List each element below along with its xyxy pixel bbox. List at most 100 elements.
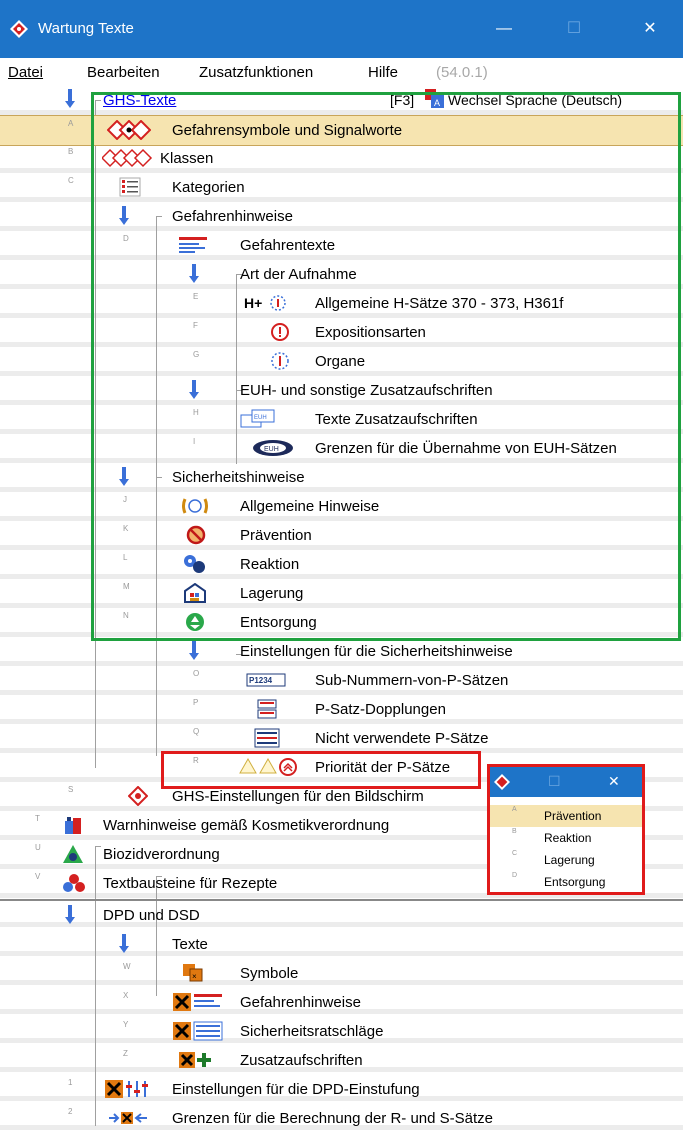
svg-text:EUH: EUH (254, 415, 267, 421)
tree-item-d[interactable]: D Gefahrentexte (0, 231, 683, 260)
maximize-button[interactable]: ☐ (554, 14, 594, 44)
popup-item[interactable]: D Entsorgung (490, 871, 642, 893)
minimize-button[interactable]: — (484, 14, 524, 44)
tree-item-g[interactable]: G Organe (0, 347, 683, 376)
tree-group-gefahrenhinweise[interactable]: Gefahrenhinweise (0, 202, 683, 231)
tree-item-label: Sicherheitsratschläge (240, 1023, 384, 1040)
unused-p-icon (254, 728, 280, 748)
classes-icon (102, 148, 153, 168)
tree-item-f[interactable]: F Expositionsarten (0, 318, 683, 347)
tree-group-sicherheitshinweise[interactable]: Sicherheitshinweise (0, 463, 683, 492)
shortcut-label: [F3] (390, 92, 415, 108)
hazard-symbols-icon (107, 120, 151, 140)
euh-limits-icon: EUH (253, 440, 293, 456)
tree-item-h[interactable]: H EUH Texte Zusatzaufschriften (0, 405, 683, 434)
svg-text:H+: H+ (244, 295, 262, 311)
tree-item-l[interactable]: L Reaktion (0, 550, 683, 579)
tree-item-o[interactable]: O P1234 Sub-Nummern-von-P-Sätzen (0, 666, 683, 695)
p-duplicates-icon (257, 699, 277, 719)
tree-item-i[interactable]: I EUH Grenzen für die Übernahme von EUH-… (0, 434, 683, 463)
storage-icon (184, 583, 206, 603)
svg-text:P1234: P1234 (249, 676, 273, 685)
popup-maximize-button[interactable]: ☐ (548, 773, 561, 790)
general-hints-icon (182, 498, 208, 514)
tree-node-ghs-texte[interactable]: GHS-Texte [F3] A Wechsel Sprache (Deutsc… (0, 86, 683, 115)
tree-group-dpd[interactable]: DPD und DSD (0, 901, 683, 930)
dpd-additional-icon (179, 1052, 211, 1068)
tree-item-label: Grenzen für die Berechnung der R- und S-… (172, 1110, 494, 1127)
tree-group-art-der-aufnahme[interactable]: Art der Aufnahme (0, 260, 683, 289)
menu-bar: Datei Bearbeiten Zusatzfunktionen Hilfe … (0, 58, 683, 87)
arrow-down-icon (119, 934, 129, 953)
arrow-down-icon (189, 380, 199, 399)
tree-item-label: Priorität der P-Sätze (315, 759, 451, 776)
h-plus-icon: H+ (244, 295, 286, 311)
arrow-down-icon (119, 206, 129, 225)
popup-close-button[interactable]: ✕ (608, 773, 620, 790)
ghs-texte-link[interactable]: GHS-Texte (103, 92, 176, 109)
tree-item-2[interactable]: 2 Grenzen für die Berechnung der R- und … (0, 1104, 683, 1133)
svg-text:EUH: EUH (264, 446, 279, 453)
reaction-icon (184, 555, 205, 573)
tree-group-label: DPD und DSD (103, 907, 200, 924)
tree-item-m[interactable]: M Lagerung (0, 579, 683, 608)
popup-item[interactable]: C Lagerung (490, 849, 642, 871)
hazard-texts-icon (179, 237, 207, 253)
tree-item-label: Zusatzaufschriften (240, 1052, 363, 1069)
arrow-down-icon (119, 467, 129, 486)
popup-item[interactable]: B Reaktion (490, 827, 642, 849)
tree-item-label: Expositionsarten (315, 324, 426, 341)
tree-item-e[interactable]: E H+ Allgemeine H-Sätze 370 - 373, H361f (0, 289, 683, 318)
tree-item-y[interactable]: Y Sicherheitsratschläge (0, 1017, 683, 1046)
tree-item-label: Klassen (160, 150, 214, 167)
tree-item-label: Allgemeine H-Sätze 370 - 373, H361f (315, 295, 564, 312)
priority-popup: ☐ ✕ A Prävention B Reaktion C Lagerung D… (487, 764, 645, 895)
menu-bearbeiten[interactable]: Bearbeiten (87, 64, 160, 81)
p-sub-numbers-icon: P1234 (246, 673, 286, 687)
tree-item-label: Warnhinweise gemäß Kosmetikverordnung (103, 817, 390, 834)
tree-item-q[interactable]: Q Nicht verwendete P-Sätze (0, 724, 683, 753)
tree-item-k[interactable]: K Prävention (0, 521, 683, 550)
tree-item-w[interactable]: W × Symbole (0, 959, 683, 988)
recycle-icon (186, 613, 204, 631)
tree-item-label: Gefahrentexte (240, 237, 336, 254)
menu-zusatzfunktionen[interactable]: Zusatzfunktionen (199, 64, 313, 81)
tree-view: GHS-Texte [F3] A Wechsel Sprache (Deutsc… (0, 86, 683, 1132)
title-bar: Wartung Texte — ☐ ✕ (0, 0, 683, 58)
tree-item-label: Texte Zusatzaufschriften (315, 411, 478, 428)
cosmetics-icon (65, 817, 81, 834)
tree-group-einstellungen[interactable]: Einstellungen für die Sicherheitshinweis… (0, 637, 683, 666)
window-title: Wartung Texte (38, 20, 134, 37)
close-button[interactable]: ✕ (630, 14, 670, 44)
tree-item-z[interactable]: Z Zusatzaufschriften (0, 1046, 683, 1075)
tree-item-j[interactable]: J Allgemeine Hinweise (0, 492, 683, 521)
tree-item-x[interactable]: X Gefahrenhinweise (0, 988, 683, 1017)
tree-group-texte[interactable]: Texte (0, 930, 683, 959)
popup-item[interactable]: A Prävention (490, 805, 642, 827)
language-switch[interactable]: Wechsel Sprache (Deutsch) (448, 92, 622, 108)
tree-item-c[interactable]: C Kategorien (0, 173, 683, 202)
tree-group-euh[interactable]: EUH- und sonstige Zusatzaufschriften (0, 376, 683, 405)
rs-limits-icon (109, 1112, 147, 1124)
menu-datei[interactable]: Datei (8, 64, 43, 81)
tree-item-label: Allgemeine Hinweise (240, 498, 380, 515)
tree-item-n[interactable]: N Entsorgung (0, 608, 683, 637)
euh-texts-icon: EUH (240, 409, 275, 428)
tree-group-label: Gefahrenhinweise (172, 208, 293, 225)
svg-text:×: × (192, 972, 197, 981)
tree-item-label: P-Satz-Dopplungen (315, 701, 446, 718)
exposure-routes-icon (271, 323, 289, 341)
dpd-hazard-icon (173, 993, 222, 1011)
tree-item-label: Gefahrenhinweise (240, 994, 361, 1011)
tree-item-b[interactable]: B Klassen (0, 144, 683, 173)
popup-title-bar: ☐ ✕ (490, 767, 642, 797)
tree-item-p[interactable]: P P-Satz-Dopplungen (0, 695, 683, 724)
tree-group-label: Sicherheitshinweise (172, 469, 305, 486)
arrow-down-icon (65, 89, 75, 108)
biocide-icon (63, 845, 83, 863)
language-switch-icon: A (425, 89, 444, 108)
menu-hilfe[interactable]: Hilfe (368, 64, 398, 81)
categories-list-icon (119, 177, 141, 197)
tree-item-1[interactable]: 1 Einstellungen für die DPD-Einstufung (0, 1075, 683, 1104)
tree-item-a[interactable]: A Gefahrensymbole und Signalworte (0, 115, 683, 146)
